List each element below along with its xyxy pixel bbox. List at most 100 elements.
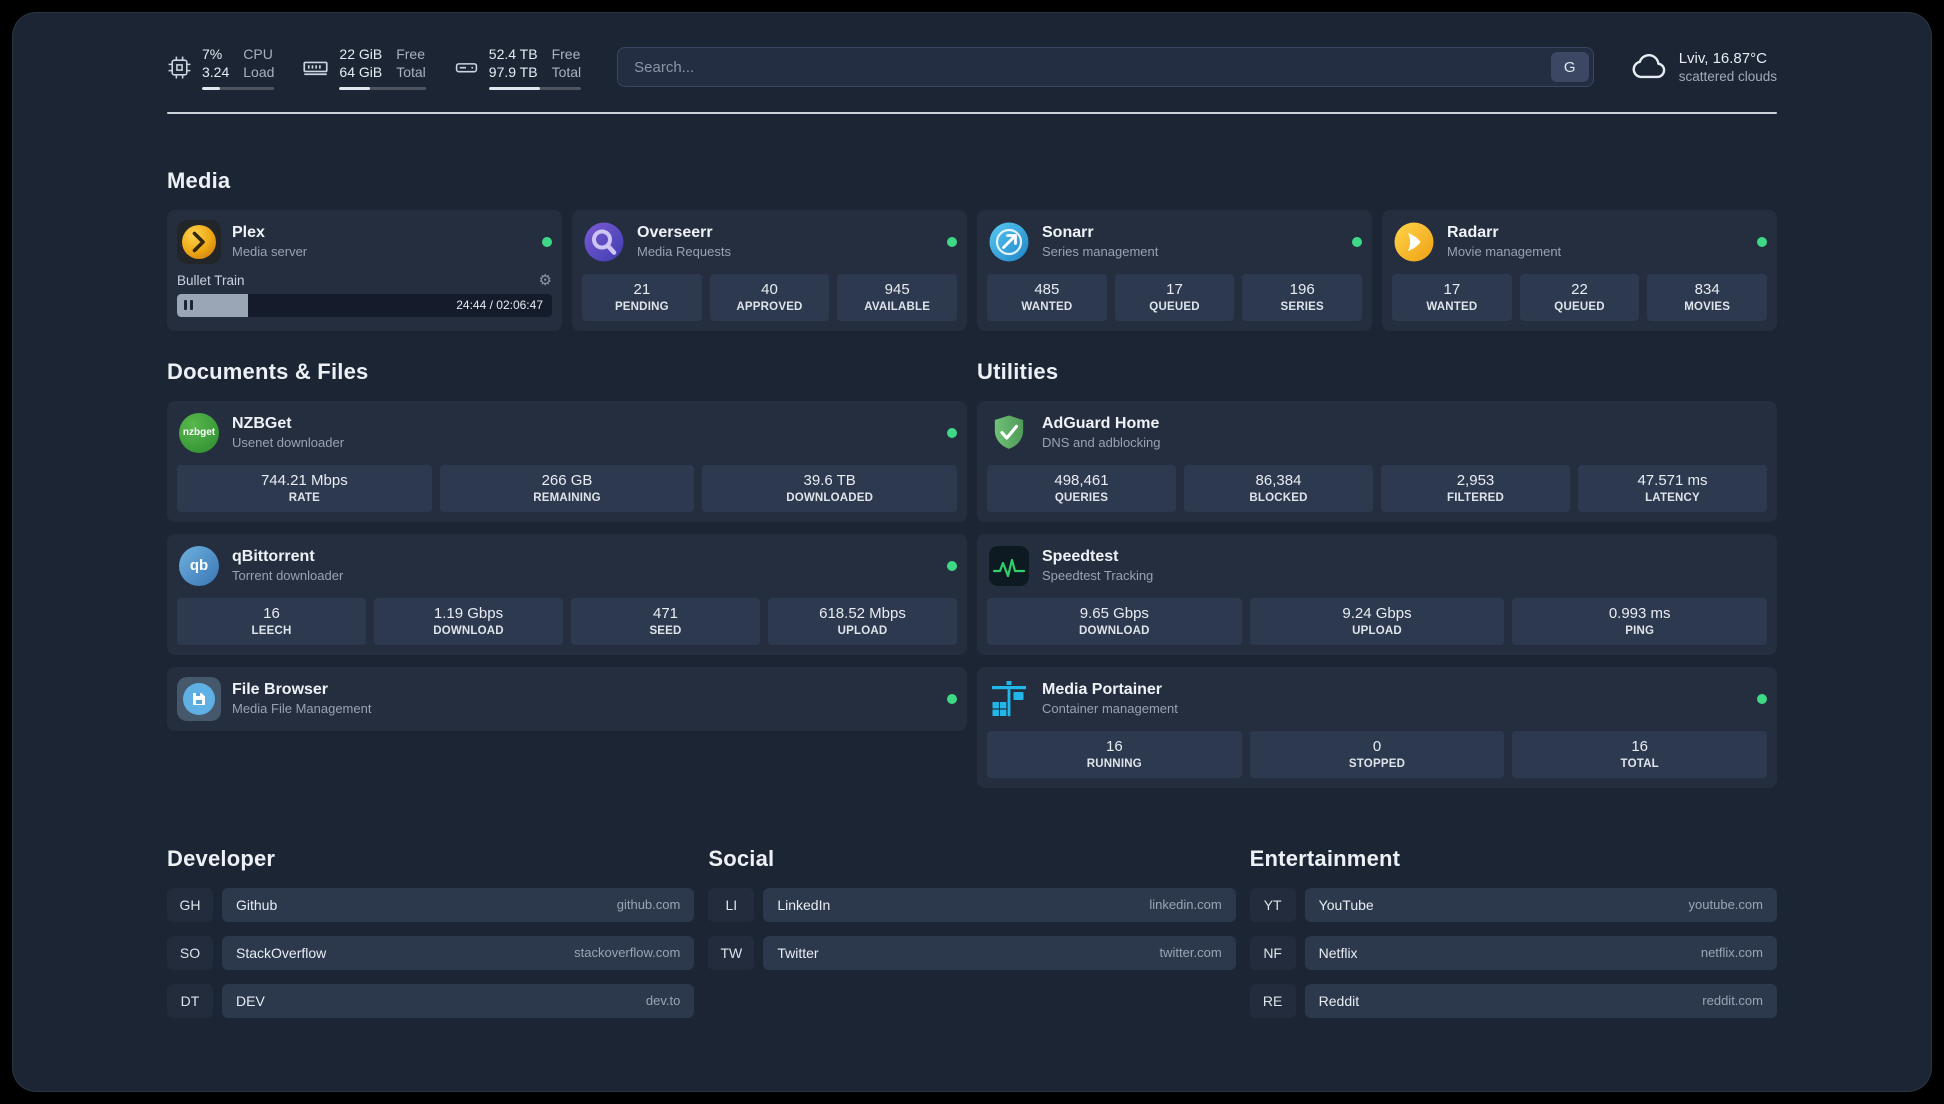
service-card-radarr[interactable]: Radarr Movie management 17 WANTED 22 QUE… [1382, 209, 1777, 331]
service-card-speedtest[interactable]: Speedtest Speedtest Tracking 9.65 Gbps D… [977, 533, 1777, 655]
stat-value: 9.24 Gbps [1342, 604, 1412, 622]
service-name: File Browser [232, 681, 329, 699]
service-card-adguard[interactable]: AdGuard Home DNS and adblocking 498,461 … [977, 400, 1777, 522]
playback-progress-fill [177, 293, 249, 317]
stat-queued: 17 QUEUED [1114, 273, 1235, 321]
stat-upload: 9.24 Gbps UPLOAD [1249, 597, 1505, 645]
stat-latency: 47.571 ms LATENCY [1578, 464, 1767, 512]
stat-value: 40 [761, 280, 778, 298]
service-card-plex[interactable]: Plex Media server Bullet Train ⚙ 24:44 /… [167, 209, 562, 331]
stat-label: WANTED [1021, 300, 1073, 313]
service-subtitle: Speedtest Tracking [1042, 568, 1154, 584]
bookmark-url: netflix.com [1700, 945, 1763, 961]
section-developer: Developer GH Github github.com SO StackO… [167, 846, 695, 1032]
bookmark-name: DEV [236, 992, 265, 1009]
stat-value: 266 GB [541, 471, 593, 489]
service-card-qbittorrent[interactable]: qb qBittorrent Torrent downloader 16 LEE… [167, 533, 967, 655]
status-dot [947, 427, 957, 438]
weather-condition: scattered clouds [1678, 69, 1777, 85]
topbar-divider [167, 111, 1777, 114]
service-name: Speedtest [1042, 548, 1119, 566]
stat-value: 16 [263, 604, 280, 622]
bookmark-name: StackOverflow [236, 944, 327, 961]
stat-label: SERIES [1280, 300, 1324, 313]
stat-label: PING [1625, 624, 1655, 637]
search-provider-button[interactable]: G [1550, 52, 1589, 83]
status-dot [1757, 236, 1767, 247]
portainer-icon [987, 677, 1031, 721]
cpu-load-label: Load [243, 64, 275, 81]
stat-queries: 498,461 QUERIES [987, 464, 1176, 512]
stat-value: 86,384 [1255, 471, 1302, 489]
bookmark-stackoverflow[interactable]: SO StackOverflow stackoverflow.com [167, 935, 695, 970]
stat-label: QUEUED [1149, 300, 1200, 313]
memory-free-label: Free [396, 46, 426, 62]
stat-rate: 744.21 Mbps RATE [177, 464, 432, 512]
weather-location: Lviv, 16.87°C [1678, 50, 1767, 68]
stat-leech: 16 LEECH [177, 597, 366, 645]
pause-button[interactable] [184, 300, 193, 311]
bookmark-name: Reddit [1318, 992, 1360, 1009]
cpu-widget: 7% CPU 3.24 Load [167, 45, 275, 90]
stat-filtered: 2,953 FILTERED [1381, 464, 1570, 512]
service-name: Media Portainer [1042, 681, 1163, 699]
service-card-portainer[interactable]: Media Portainer Container management 16 … [977, 666, 1777, 788]
service-subtitle: Media File Management [232, 701, 372, 717]
stat-wanted: 17 WANTED [1392, 273, 1512, 321]
bookmark-abbr: DT [167, 983, 213, 1018]
stat-value: 21 [633, 280, 651, 298]
cpu-progress-track [202, 86, 275, 90]
bookmark-twitter[interactable]: TW Twitter twitter.com [708, 935, 1236, 970]
disk-total-label: Total [551, 64, 582, 81]
stat-label: STOPPED [1348, 757, 1406, 770]
service-card-overseerr[interactable]: Overseerr Media Requests 21 PENDING 40 A… [572, 209, 967, 331]
stat-value: 945 [884, 280, 910, 298]
playback-time: 24:44 / 02:06:47 [456, 298, 543, 313]
bookmark-dev[interactable]: DT DEV dev.to [167, 983, 695, 1018]
stat-stopped: 0 STOPPED [1249, 730, 1505, 778]
stat-queued: 22 QUEUED [1519, 273, 1640, 321]
service-name: NZBGet [232, 415, 292, 433]
bookmark-name: Github [236, 896, 278, 913]
overseerr-icon [582, 220, 626, 264]
stat-downloaded: 39.6 TB DOWNLOADED [702, 464, 958, 512]
service-card-sonarr[interactable]: Sonarr Series management 485 WANTED 17 Q… [977, 209, 1372, 331]
cpu-load-value: 3.24 [202, 64, 230, 81]
cpu-label: CPU [243, 46, 273, 62]
service-card-nzbget[interactable]: nzbget NZBGet Usenet downloader 744.21 M… [167, 400, 967, 522]
service-name: Plex [232, 224, 265, 242]
nzbget-icon: nzbget [177, 411, 221, 455]
stat-label: LEECH [251, 624, 292, 637]
bookmark-linkedin[interactable]: LI LinkedIn linkedin.com [708, 887, 1236, 922]
section-title-entertainment: Entertainment [1249, 845, 1401, 871]
disk-free-label: Free [551, 46, 581, 62]
bookmark-url: twitter.com [1159, 945, 1222, 961]
bookmark-github[interactable]: GH Github github.com [167, 887, 695, 922]
section-utilities: Utilities AdGuard Home DNS and adblockin… [977, 359, 1777, 788]
search-input[interactable] [617, 47, 1594, 88]
service-card-filebrowser[interactable]: File Browser Media File Management [167, 666, 967, 731]
stat-label: APPROVED [736, 300, 803, 313]
status-dot [1757, 693, 1767, 704]
bookmark-abbr: RE [1249, 983, 1296, 1018]
bookmark-youtube[interactable]: YT YouTube youtube.com [1249, 887, 1777, 922]
stat-approved: 40 APPROVED [709, 273, 830, 321]
bookmark-abbr: SO [167, 935, 213, 970]
bookmark-reddit[interactable]: RE Reddit reddit.com [1249, 983, 1777, 1018]
stat-label: UPLOAD [1352, 624, 1402, 637]
playback-progress-bar[interactable]: 24:44 / 02:06:47 [177, 293, 552, 317]
bookmark-abbr: TW [708, 935, 755, 970]
stat-value: 0.993 ms [1608, 604, 1671, 622]
stat-value: 485 [1034, 280, 1060, 298]
bookmark-netflix[interactable]: NF Netflix netflix.com [1249, 935, 1777, 970]
stat-value: 1.19 Gbps [433, 604, 504, 622]
stat-label: DOWNLOAD [433, 624, 504, 637]
section-title-media: Media [167, 167, 231, 193]
section-social: Social LI LinkedIn linkedin.com TW Twitt… [708, 846, 1236, 1032]
stat-label: AVAILABLE [864, 300, 931, 313]
gear-icon[interactable]: ⚙ [539, 273, 552, 288]
stat-seed: 471 SEED [571, 597, 760, 645]
bookmark-name: YouTube [1318, 896, 1374, 913]
memory-progress-track [339, 86, 426, 90]
bookmark-abbr: LI [708, 887, 755, 922]
